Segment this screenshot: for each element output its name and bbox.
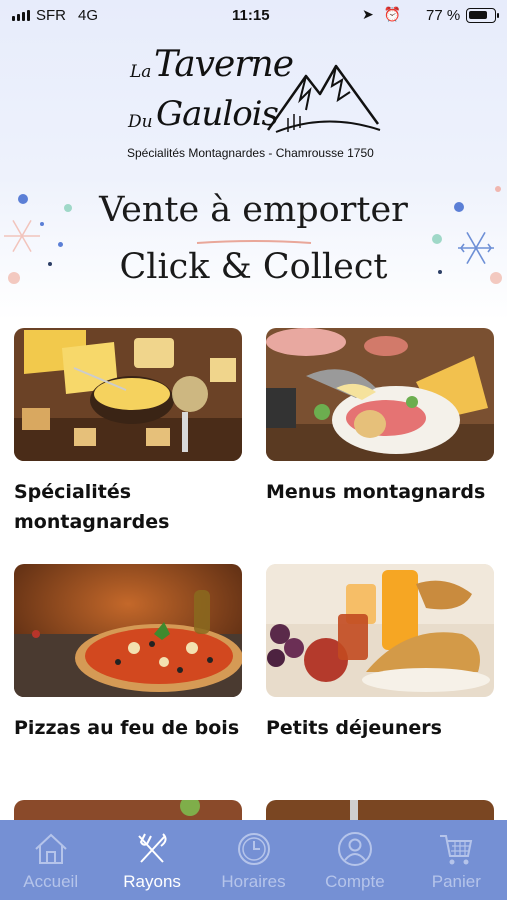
- fondue-cheese-photo[interactable]: [14, 328, 242, 461]
- battery-percent: 77 %: [426, 7, 461, 24]
- clock-icon: [237, 833, 270, 865]
- headline-takeaway: Vente à emporter: [99, 190, 408, 230]
- fork-knife-icon: [138, 833, 167, 863]
- category-card-specialites[interactable]: Spécialités montagnardes: [14, 328, 242, 537]
- tab-bar: Accueil Rayons Horaires Compte Panier: [0, 820, 507, 900]
- signal-icon: [12, 10, 30, 21]
- home-icon: [35, 833, 67, 864]
- network-label: 4G: [78, 7, 99, 24]
- breakfast-photo[interactable]: [266, 564, 494, 697]
- category-label: Pizzas au feu de bois: [14, 717, 240, 739]
- category-card-menus[interactable]: Menus montagnards: [266, 328, 494, 507]
- category-card-petits-dejeuners[interactable]: Petits déjeuners: [266, 564, 494, 743]
- category-label: Menus montagnards: [266, 481, 486, 503]
- logo-tagline: Spécialités Montagnardes - Chamrousse 17…: [127, 146, 374, 160]
- logo-la: La: [130, 62, 152, 82]
- tab-horaires[interactable]: Horaires: [203, 820, 304, 900]
- logo-du: Du: [128, 112, 153, 132]
- tab-label: Panier: [431, 872, 481, 891]
- user-icon: [337, 832, 372, 866]
- mountain-icon: [266, 64, 381, 133]
- category-label: Spécialités montagnardes: [14, 481, 170, 533]
- restaurant-logo: La Taverne Du Gaulois Spécialités Montag…: [120, 40, 390, 170]
- carrier-label: SFR: [36, 7, 66, 24]
- headline-underline: [196, 240, 312, 244]
- tab-compte[interactable]: Compte: [304, 820, 405, 900]
- raclette-photo[interactable]: [266, 328, 494, 461]
- tab-label: Horaires: [221, 872, 286, 891]
- tab-label: Compte: [325, 872, 385, 891]
- pizza-photo[interactable]: [14, 564, 242, 697]
- logo-gaulois: Gaulois: [156, 94, 279, 134]
- category-label: Petits déjeuners: [266, 717, 442, 739]
- battery-fill: [469, 11, 487, 19]
- tab-accueil[interactable]: Accueil: [0, 820, 101, 900]
- location-icon: ➤: [362, 6, 377, 22]
- tab-label: Accueil: [23, 872, 79, 891]
- cart-icon: [440, 835, 473, 865]
- status-time: 11:15: [232, 7, 270, 24]
- tab-rayons[interactable]: Rayons: [101, 820, 202, 900]
- battery-icon: [466, 8, 499, 23]
- headline-click-collect: Click & Collect: [119, 247, 388, 287]
- tab-label: Rayons: [123, 872, 181, 891]
- alarm-icon: ⏰: [383, 6, 405, 22]
- category-card-pizzas[interactable]: Pizzas au feu de bois: [14, 564, 242, 743]
- tab-panier[interactable]: Panier: [406, 820, 507, 900]
- status-bar: SFR 4G 11:15 ➤ ⏰ 77 %: [0, 0, 507, 32]
- decor-dot: [432, 234, 442, 244]
